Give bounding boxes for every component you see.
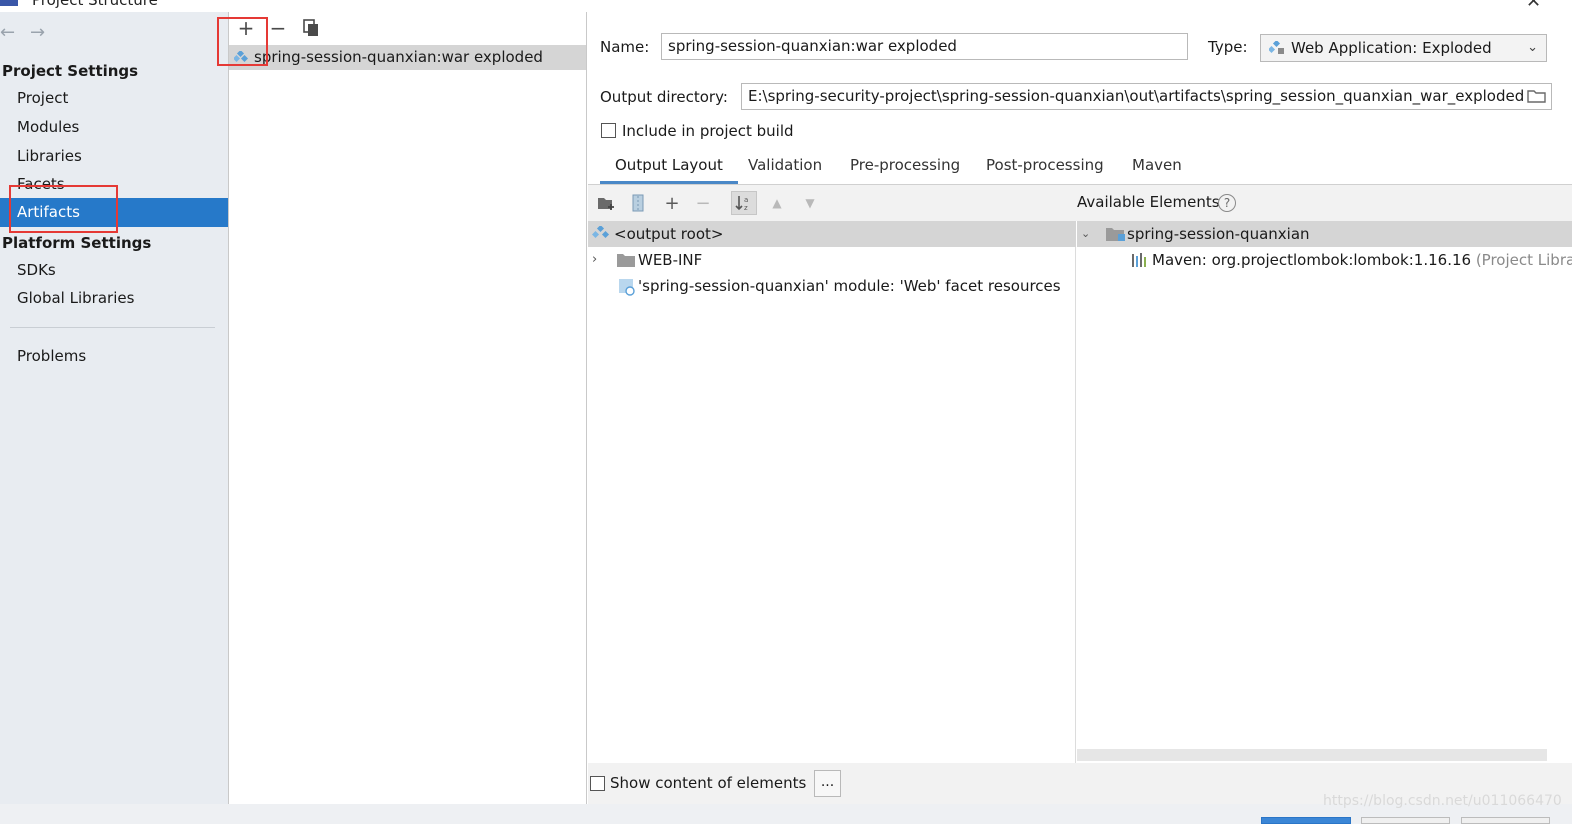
horizontal-scrollbar[interactable] <box>1077 749 1547 761</box>
artifact-toolbar: + − <box>229 12 586 45</box>
remove-artifact-button[interactable]: − <box>266 16 290 40</box>
move-up-button[interactable]: ▲ <box>764 191 790 215</box>
svg-text:z: z <box>744 204 748 212</box>
module-folder-icon <box>1106 228 1125 241</box>
new-folder-icon <box>598 198 614 210</box>
tree-label-web-facet: 'spring-session-quanxian' module: 'Web' … <box>638 277 1061 295</box>
folder-icon <box>617 254 635 267</box>
tab-pre-processing[interactable]: Pre-processing <box>850 156 960 184</box>
sort-az-icon: az <box>735 196 748 212</box>
copy-icon <box>303 19 318 36</box>
artifact-web-icon <box>234 51 248 63</box>
type-select[interactable]: Web Application: Exploded ⌄ <box>1260 34 1547 62</box>
close-icon[interactable]: ✕ <box>1526 0 1541 12</box>
output-directory-value: E:\spring-security-project\spring-sessio… <box>748 87 1525 105</box>
artifact-list-panel: + − spring-session-quanxian:war exploded <box>229 12 587 804</box>
output-layout-toolbar: + − az ▲ ▼ Available Elements ? <box>588 185 1572 221</box>
window-title: Project Structure <box>32 0 158 9</box>
tree-label-web-inf: WEB-INF <box>638 251 703 269</box>
artifact-name-label: spring-session-quanxian:war exploded <box>254 48 543 66</box>
output-root-icon <box>592 226 610 239</box>
tab-output-layout[interactable]: Output Layout <box>600 156 738 184</box>
tree-row-output-root[interactable]: <output root> <box>588 221 1076 247</box>
sidebar-item-modules[interactable]: Modules <box>0 113 228 142</box>
create-directory-button[interactable] <box>594 191 620 215</box>
artifact-config-panel: Name: spring-session-quanxian:war explod… <box>588 12 1572 804</box>
library-scope: (Project Libra <box>1475 251 1572 269</box>
library-name: Maven: org.projectlombok:lombok:1.16.16 <box>1152 251 1472 269</box>
sidebar-item-facets[interactable]: Facets <box>0 170 228 199</box>
project-settings-heading: Project Settings <box>2 62 139 80</box>
output-layout-tree: <output root> › WEB-INF 'spring-session-… <box>588 221 1076 763</box>
app-icon <box>0 0 18 6</box>
tree-label-module: spring-session-quanxian <box>1127 225 1310 243</box>
move-down-button[interactable]: ▼ <box>797 191 823 215</box>
output-directory-label: Output directory: <box>600 88 728 106</box>
copy-artifact-button[interactable] <box>299 16 323 40</box>
sidebar-item-problems[interactable]: Problems <box>0 342 228 371</box>
window-title-bar: Project Structure ✕ <box>0 0 1572 12</box>
web-facet-icon <box>619 279 635 296</box>
output-directory-input[interactable]: E:\spring-security-project\spring-sessio… <box>741 83 1552 110</box>
type-label: Type: <box>1208 38 1248 56</box>
apply-button[interactable] <box>1461 817 1550 824</box>
tab-validation[interactable]: Validation <box>748 156 822 184</box>
tab-maven[interactable]: Maven <box>1132 156 1182 184</box>
show-content-checkbox[interactable] <box>590 776 605 791</box>
sidebar-divider <box>10 327 215 328</box>
sidebar-item-project[interactable]: Project <box>0 84 228 113</box>
tree-row-lombok-library[interactable]: Maven: org.projectlombok:lombok:1.16.16 … <box>1077 247 1572 273</box>
sidebar-item-sdks[interactable]: SDKs <box>0 256 228 285</box>
tree-row-web-facet[interactable]: 'spring-session-quanxian' module: 'Web' … <box>588 273 1076 299</box>
svg-text:a: a <box>744 196 748 204</box>
name-label: Name: <box>600 38 650 56</box>
help-icon[interactable]: ? <box>1218 194 1236 212</box>
tree-row-module[interactable]: ⌄ spring-session-quanxian <box>1077 221 1572 247</box>
archive-icon <box>632 194 644 212</box>
available-elements-tree: ⌄ spring-session-quanxian Maven: org.pro… <box>1077 221 1572 763</box>
available-elements-label: Available Elements <box>1077 193 1220 211</box>
chevron-right-icon[interactable]: › <box>592 247 597 273</box>
library-icon <box>1132 253 1146 267</box>
include-in-build-label: Include in project build <box>622 122 794 140</box>
tree-label-output-root: <output root> <box>614 225 724 243</box>
ok-button[interactable] <box>1261 817 1351 824</box>
type-select-value: Web Application: Exploded <box>1291 39 1492 57</box>
settings-sidebar: ← → Project Settings Project Modules Lib… <box>0 12 229 804</box>
show-content-label: Show content of elements <box>610 774 807 792</box>
include-in-build-checkbox[interactable] <box>601 123 616 138</box>
artifact-list-item[interactable]: spring-session-quanxian:war exploded <box>229 45 586 70</box>
create-archive-button[interactable] <box>625 191 651 215</box>
tree-row-web-inf[interactable]: › WEB-INF <box>588 247 1076 273</box>
platform-settings-heading: Platform Settings <box>2 234 152 252</box>
tree-label-lombok: Maven: org.projectlombok:lombok:1.16.16 … <box>1152 247 1572 273</box>
browse-folder-icon[interactable] <box>1527 88 1547 104</box>
artifact-name-input[interactable]: spring-session-quanxian:war exploded <box>661 33 1188 60</box>
sidebar-item-global-libraries[interactable]: Global Libraries <box>0 284 228 313</box>
cancel-button[interactable] <box>1361 817 1450 824</box>
chevron-down-icon: ⌄ <box>1527 40 1538 55</box>
chevron-down-icon[interactable]: ⌄ <box>1081 221 1090 247</box>
web-app-icon <box>1269 41 1284 54</box>
tab-post-processing[interactable]: Post-processing <box>986 156 1104 184</box>
remove-element-button[interactable]: − <box>690 191 716 215</box>
show-content-settings-button[interactable]: ... <box>814 770 841 797</box>
watermark: https://blog.csdn.net/u011066470 <box>1323 793 1562 809</box>
add-element-button[interactable]: + <box>659 191 685 215</box>
forward-arrow-icon[interactable]: → <box>30 22 45 43</box>
sidebar-item-artifacts[interactable]: Artifacts <box>0 198 228 227</box>
sort-elements-button[interactable]: az <box>731 191 757 215</box>
back-arrow-icon[interactable]: ← <box>0 22 15 43</box>
add-artifact-button[interactable]: + <box>234 16 258 40</box>
sidebar-item-libraries[interactable]: Libraries <box>0 142 228 171</box>
